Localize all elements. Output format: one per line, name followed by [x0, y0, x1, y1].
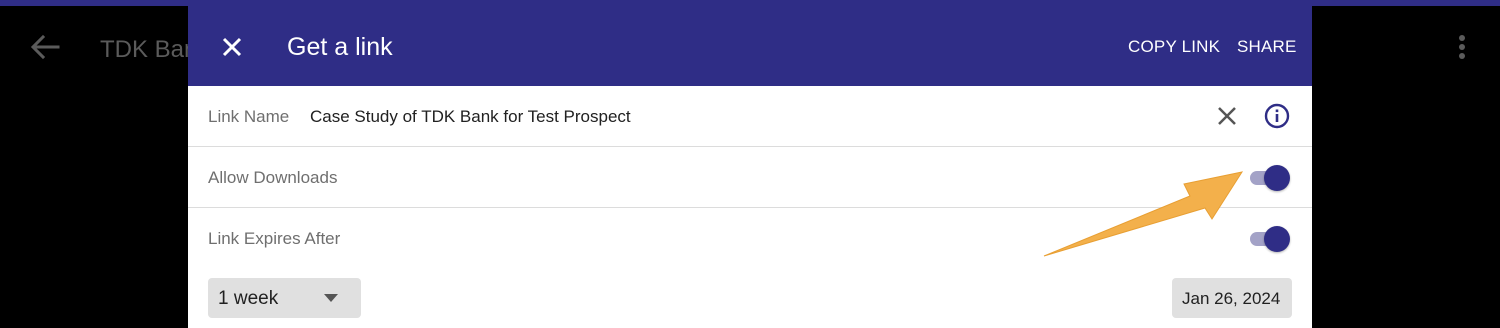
- allow-downloads-toggle[interactable]: [1248, 165, 1290, 191]
- allow-downloads-label: Allow Downloads: [208, 168, 338, 187]
- toggle-thumb: [1264, 165, 1290, 191]
- share-button[interactable]: SHARE: [1237, 37, 1297, 57]
- dialog-header: Get a link COPY LINK SHARE: [188, 6, 1312, 86]
- link-name-label: Link Name: [208, 107, 290, 126]
- get-link-dialog: Get a link COPY LINK SHARE Link Name Cas…: [188, 6, 1312, 328]
- back-arrow-icon[interactable]: [30, 34, 60, 60]
- expiry-duration-select[interactable]: 1 week: [208, 278, 361, 318]
- dropdown-caret-icon: [324, 294, 338, 302]
- link-expires-label: Link Expires After: [208, 229, 341, 248]
- allow-downloads-row: Allow Downloads: [188, 147, 1312, 208]
- expiry-duration-value: 1 week: [218, 288, 279, 309]
- info-icon[interactable]: [1264, 103, 1290, 129]
- link-name-input[interactable]: Case Study of TDK Bank for Test Prospect: [310, 107, 631, 127]
- close-icon[interactable]: [218, 33, 246, 61]
- expiry-date-value: Jan 26, 2024: [1182, 289, 1281, 308]
- link-expires-row: Link Expires After: [188, 208, 1312, 269]
- copy-link-button[interactable]: COPY LINK: [1128, 37, 1220, 57]
- link-name-row: Link Name Case Study of TDK Bank for Tes…: [188, 86, 1312, 147]
- clear-icon[interactable]: [1216, 105, 1238, 127]
- toggle-thumb: [1264, 226, 1290, 252]
- expiry-date-button[interactable]: Jan 26, 2024: [1172, 278, 1292, 318]
- dialog-title: Get a link: [287, 33, 393, 61]
- more-vert-icon[interactable]: [1452, 34, 1472, 60]
- link-expires-toggle[interactable]: [1248, 226, 1290, 252]
